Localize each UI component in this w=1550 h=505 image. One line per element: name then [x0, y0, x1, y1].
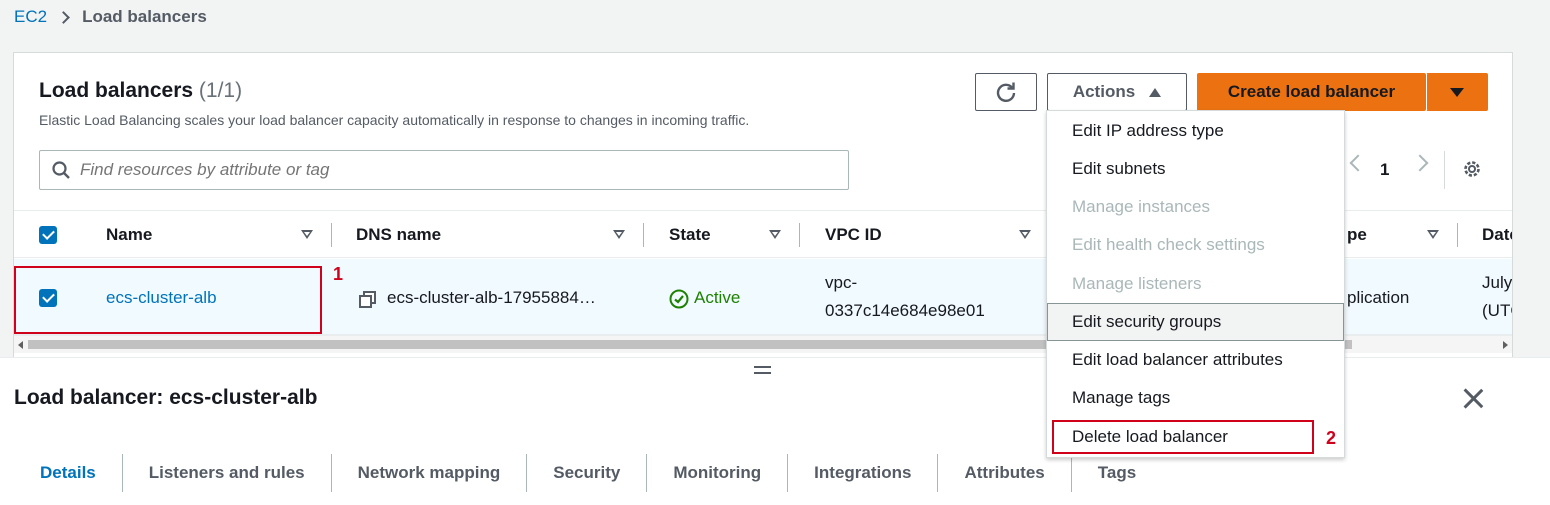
page-number: 1 [1380, 160, 1390, 179]
annotation-box-step2 [1052, 420, 1314, 454]
details-title: Load balancer: ecs-cluster-alb [14, 386, 318, 409]
tab-security[interactable]: Security [527, 454, 648, 492]
tab-network-mapping[interactable]: Network mapping [332, 454, 528, 492]
pagination-divider [1444, 151, 1445, 189]
column-divider[interactable] [1457, 223, 1458, 247]
column-divider[interactable] [643, 223, 644, 247]
chevron-left-icon [1349, 154, 1367, 172]
state-value: Active [694, 288, 741, 307]
page-title-text: Load balancers [39, 79, 194, 102]
pagination-page-current[interactable]: 1 [1380, 160, 1389, 180]
selection-count: (1/1) [198, 79, 243, 102]
column-header-type[interactable]: pe [1347, 211, 1367, 259]
tab-attributes[interactable]: Attributes [938, 454, 1072, 492]
chevron-right-icon [1411, 154, 1429, 172]
actions-button[interactable]: Actions [1047, 73, 1187, 111]
actions-menu: Edit IP address type Edit subnets Manage… [1046, 110, 1345, 458]
annotation-number-step2: 2 [1326, 428, 1337, 448]
type-value: plication [1347, 288, 1410, 307]
scroll-left-icon[interactable] [18, 341, 23, 349]
date-line2: (UTC [1482, 301, 1512, 320]
page-title: Load balancers (1/1) [39, 79, 242, 103]
tab-listeners-and-rules[interactable]: Listeners and rules [123, 454, 332, 492]
search-input[interactable] [80, 160, 780, 180]
create-dropdown-button[interactable] [1426, 73, 1488, 111]
refresh-icon [996, 82, 1016, 102]
pagination-next-button[interactable] [1411, 154, 1429, 172]
column-header-date[interactable]: Date [1482, 211, 1512, 259]
caret-up-icon [1149, 87, 1162, 97]
tab-monitoring[interactable]: Monitoring [647, 454, 789, 492]
sort-icon[interactable] [301, 230, 313, 239]
sort-icon[interactable] [1019, 230, 1031, 239]
tab-details[interactable]: Details [14, 454, 123, 492]
caret-down-icon [1450, 87, 1464, 97]
details-tabs: Details Listeners and rules Network mapp… [14, 454, 1162, 492]
chevron-right-icon [57, 10, 70, 24]
vpc-id-line1: vpc- [825, 273, 858, 292]
vpc-id-line2: 0337c14e684e98e01 [825, 301, 985, 320]
menu-item-manage-listeners: Manage listeners [1072, 274, 1202, 293]
menu-item-edit-ip-address-type[interactable]: Edit IP address type [1047, 112, 1344, 150]
menu-item-edit-subnets[interactable]: Edit subnets [1047, 150, 1344, 188]
annotation-box-step1 [14, 266, 322, 334]
column-header-name[interactable]: Name [106, 211, 152, 259]
create-load-balancer-button[interactable]: Create load balancer [1197, 73, 1426, 111]
refresh-button[interactable] [975, 73, 1037, 111]
gear-icon [1464, 161, 1480, 177]
menu-item-edit-security-groups[interactable]: Edit security groups [1047, 303, 1344, 341]
create-button-label: Create load balancer [1227, 82, 1396, 101]
column-divider[interactable] [799, 223, 800, 247]
dns-name-value: ecs-cluster-alb-17955884… [387, 288, 596, 307]
sort-icon[interactable] [1427, 230, 1439, 239]
resize-handle-icon[interactable] [754, 366, 771, 378]
scroll-right-icon[interactable] [1503, 341, 1508, 349]
menu-item-edit-health-check-settings: Edit health check settings [1072, 235, 1265, 254]
tab-integrations[interactable]: Integrations [788, 454, 939, 492]
select-all-checkbox[interactable] [39, 226, 57, 244]
date-line1: July [1482, 273, 1513, 292]
column-header-dns[interactable]: DNS name [356, 211, 441, 259]
tab-tags[interactable]: Tags [1072, 454, 1162, 492]
preferences-button[interactable] [1461, 158, 1483, 180]
menu-item-manage-instances: Manage instances [1072, 197, 1210, 216]
sort-icon[interactable] [613, 230, 625, 239]
search-icon [52, 161, 70, 179]
page-description: Elastic Load Balancing scales your load … [39, 112, 750, 128]
breadcrumb-ec2-link[interactable]: EC2 [14, 7, 47, 27]
close-icon[interactable] [1462, 388, 1484, 410]
sort-icon[interactable] [769, 230, 781, 239]
breadcrumb-current: Load balancers [82, 7, 207, 26]
column-header-vpc[interactable]: VPC ID [825, 211, 882, 259]
menu-item-manage-tags[interactable]: Manage tags [1047, 379, 1344, 417]
breadcrumb: EC2 Load balancers [14, 6, 207, 28]
actions-button-label: Actions [1072, 82, 1136, 101]
status-success-icon [669, 289, 689, 309]
copy-icon[interactable] [359, 291, 377, 309]
column-header-state[interactable]: State [669, 211, 711, 259]
menu-item-edit-load-balancer-attributes[interactable]: Edit load balancer attributes [1047, 341, 1344, 379]
column-divider[interactable] [331, 223, 332, 247]
search-field[interactable] [39, 150, 849, 190]
annotation-number-step1: 1 [333, 264, 344, 284]
pagination-prev-button[interactable] [1349, 154, 1367, 172]
